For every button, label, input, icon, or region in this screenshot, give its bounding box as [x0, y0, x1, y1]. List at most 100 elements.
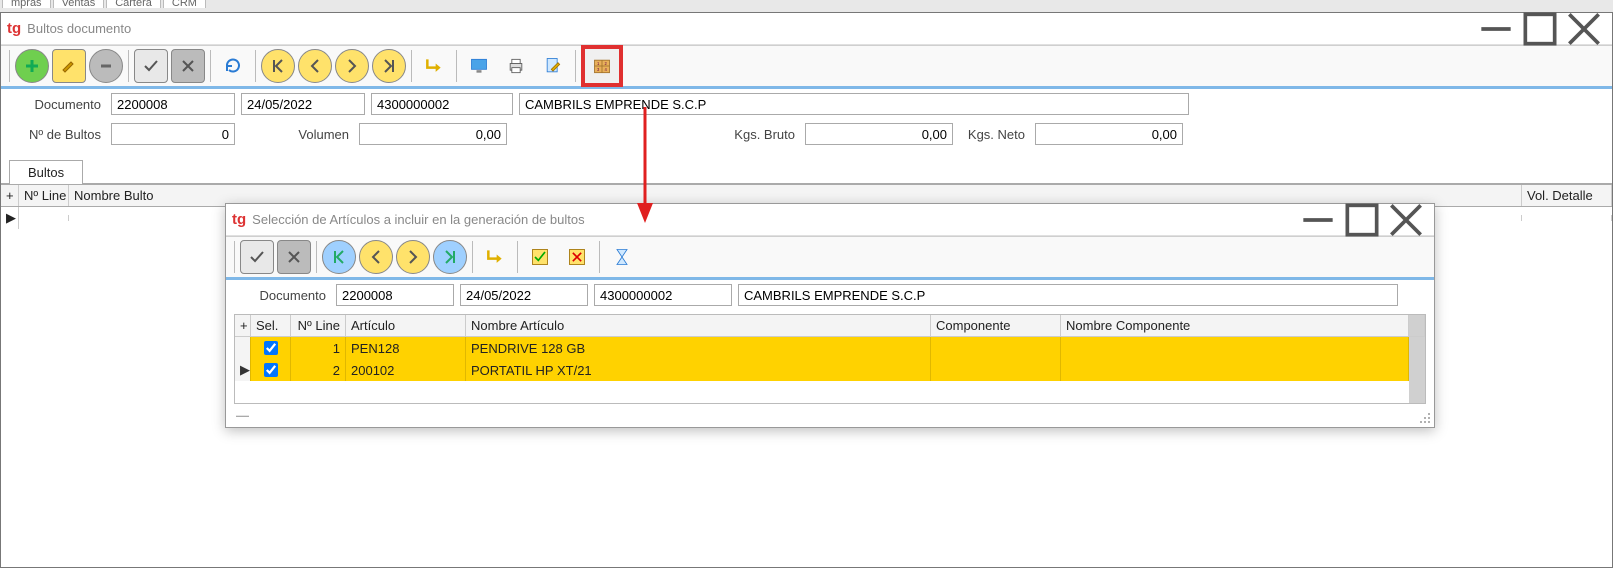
nav-prev-button[interactable] [298, 49, 332, 83]
sub-gh-sel[interactable]: Sel. [251, 315, 291, 337]
grid-header-line[interactable]: Nº Line [19, 185, 69, 206]
app-logo: tg [232, 211, 246, 228]
sub-close-button[interactable] [1384, 206, 1428, 234]
titlebar: tg Bultos documento [1, 13, 1612, 45]
sub-doc-date-field[interactable] [460, 284, 588, 306]
edit-doc-icon[interactable] [536, 49, 570, 83]
sub-gh-nombre[interactable]: Nombre Artículo [466, 315, 931, 337]
nav-first-button[interactable] [261, 49, 295, 83]
volumen-field[interactable] [359, 123, 507, 145]
sub-nav-last-button[interactable] [433, 240, 467, 274]
row-nombre-componente [1061, 337, 1409, 359]
main-toolbar: 1234 [1, 45, 1612, 89]
doc-code-field[interactable] [371, 93, 513, 115]
kgs-neto-label: Kgs. Neto [959, 127, 1029, 142]
print-icon[interactable] [499, 49, 533, 83]
row-nombre: PENDRIVE 128 GB [466, 337, 931, 359]
kgs-bruto-label: Kgs. Bruto [729, 127, 799, 142]
sub-gh-componente[interactable]: Componente [931, 315, 1061, 337]
sub-cancel-button[interactable] [277, 240, 311, 274]
grid-header-voldetalle[interactable]: Vol. Detalle [1522, 185, 1612, 206]
resize-grip-icon[interactable] [1419, 412, 1431, 424]
row-nombre: PORTATIL HP XT/21 [466, 359, 931, 381]
nav-next-button[interactable] [335, 49, 369, 83]
sub-grid-row[interactable]: 1 PEN128 PENDRIVE 128 GB [235, 337, 1409, 359]
volumen-label: Volumen [241, 127, 353, 142]
sub-gh-expand[interactable]: + [235, 315, 251, 337]
app-logo: tg [7, 20, 21, 37]
sub-return-arrow-button[interactable] [478, 240, 512, 274]
sub-gh-nombre-componente[interactable]: Nombre Componente [1061, 315, 1409, 337]
kgs-neto-field[interactable] [1035, 123, 1183, 145]
outer-tab[interactable]: Cartera [106, 0, 161, 8]
sub-toolbar [226, 236, 1434, 280]
kgs-bruto-field[interactable] [805, 123, 953, 145]
footer-grip-icon: — [226, 404, 1434, 427]
deselect-all-icon[interactable] [560, 240, 594, 274]
bultos-label: Nº de Bultos [15, 127, 105, 142]
doc-label: Documento [15, 97, 105, 112]
row-line: 2 [291, 359, 346, 381]
confirm-button[interactable] [134, 49, 168, 83]
sub-titlebar: tg Selección de Artículos a incluir en l… [226, 204, 1434, 236]
row-nombre-componente [1061, 359, 1409, 381]
outer-tabs-strip: mpras Ventas Cartera CRM [0, 0, 1613, 12]
add-button[interactable] [15, 49, 49, 83]
sub-gh-line[interactable]: Nº Line [291, 315, 346, 337]
sub-doc-name-field[interactable] [738, 284, 1398, 306]
doc-date-field[interactable] [241, 93, 365, 115]
doc-name-field[interactable] [519, 93, 1189, 115]
window-title: Bultos documento [27, 21, 131, 36]
main-window: tg Bultos documento [0, 12, 1613, 568]
sub-window-title: Selección de Artículos a incluir en la g… [252, 212, 584, 227]
return-arrow-button[interactable] [417, 49, 451, 83]
select-all-icon[interactable] [523, 240, 557, 274]
document-row: Documento [1, 89, 1612, 119]
remove-button[interactable] [89, 49, 123, 83]
row-line: 1 [291, 337, 346, 359]
row-componente [931, 337, 1061, 359]
outer-tab[interactable]: Ventas [53, 0, 105, 8]
row-articulo: 200102 [346, 359, 466, 381]
bultos-field[interactable] [111, 123, 235, 145]
monitor-icon[interactable] [462, 49, 496, 83]
maximize-button[interactable] [1518, 15, 1562, 43]
sub-maximize-button[interactable] [1340, 206, 1384, 234]
sub-nav-first-button[interactable] [322, 240, 356, 274]
sub-minimize-button[interactable] [1296, 206, 1340, 234]
minimize-button[interactable] [1474, 15, 1518, 43]
row-select-checkbox[interactable] [264, 363, 278, 377]
row-marker [235, 337, 251, 359]
vertical-scrollbar[interactable] [1409, 337, 1425, 403]
sub-window: tg Selección de Artículos a incluir en l… [225, 203, 1435, 428]
refresh-button[interactable] [216, 49, 250, 83]
tabs-row: Bultos [1, 159, 1612, 184]
sub-nav-prev-button[interactable] [359, 240, 393, 274]
tab-bultos[interactable]: Bultos [9, 160, 83, 184]
outer-tab[interactable]: mpras [2, 0, 51, 8]
sub-doc-label: Documento [240, 288, 330, 303]
grid-header-expand[interactable]: + [1, 185, 19, 206]
sub-grid-header: + Sel. Nº Line Artículo Nombre Artículo … [235, 315, 1425, 337]
row-componente [931, 359, 1061, 381]
sub-gh-articulo[interactable]: Artículo [346, 315, 466, 337]
sub-nav-next-button[interactable] [396, 240, 430, 274]
doc-number-field[interactable] [111, 93, 235, 115]
close-button[interactable] [1562, 15, 1606, 43]
sub-doc-code-field[interactable] [594, 284, 732, 306]
bultos-summary-row: Nº de Bultos Volumen Kgs. Bruto Kgs. Net… [1, 119, 1612, 149]
cancel-button[interactable] [171, 49, 205, 83]
scrollbar-stub [1409, 315, 1425, 337]
sub-document-row: Documento [226, 280, 1434, 310]
sub-grid-row[interactable]: ▶ 2 200102 PORTATIL HP XT/21 [235, 359, 1409, 381]
outer-tab[interactable]: CRM [163, 0, 206, 8]
hourglass-icon[interactable] [605, 240, 639, 274]
generate-bultos-button[interactable]: 1234 [581, 45, 623, 87]
row-articulo: PEN128 [346, 337, 466, 359]
edit-button[interactable] [52, 49, 86, 83]
row-select-checkbox[interactable] [264, 341, 278, 355]
sub-grid: + Sel. Nº Line Artículo Nombre Artículo … [234, 314, 1426, 404]
sub-confirm-button[interactable] [240, 240, 274, 274]
sub-doc-number-field[interactable] [336, 284, 454, 306]
nav-last-button[interactable] [372, 49, 406, 83]
